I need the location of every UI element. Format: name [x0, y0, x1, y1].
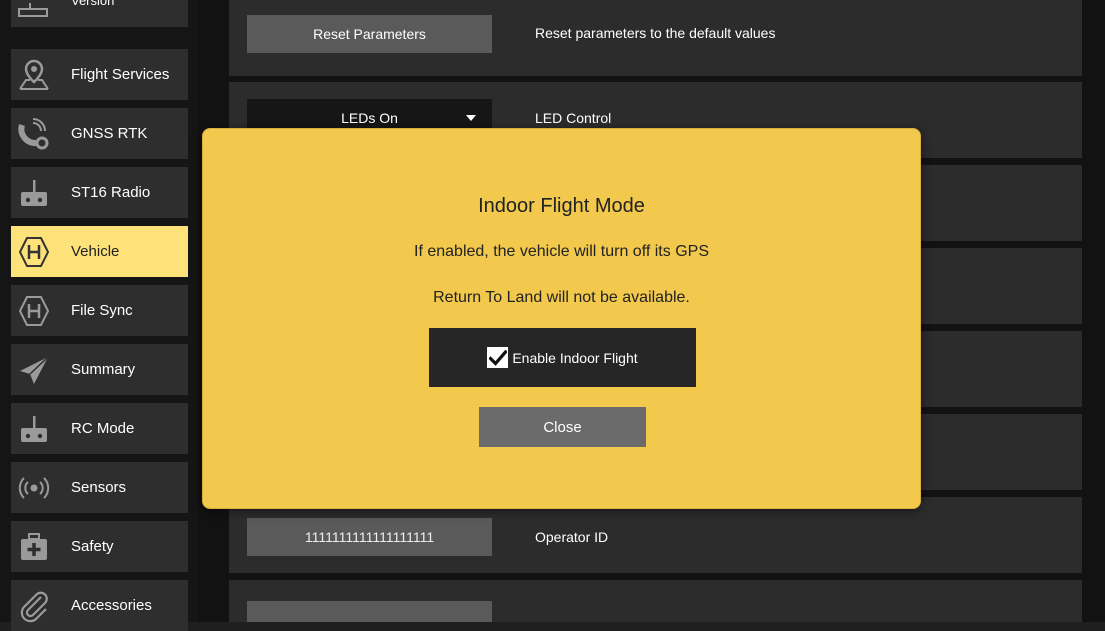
dialog-message-rtl: Return To Land will not be available.: [433, 289, 690, 306]
dialog-message-gps: If enabled, the vehicle will turn off it…: [414, 243, 709, 260]
close-button[interactable]: Close: [479, 407, 646, 447]
broadcast-icon: [11, 462, 57, 513]
enable-indoor-flight-toggle[interactable]: Enable Indoor Flight: [429, 328, 696, 387]
sidebar-item-label: GNSS RTK: [71, 125, 148, 142]
sidebar-item-safety[interactable]: Safety: [11, 521, 188, 572]
sidebar-item-label: RC Mode: [71, 420, 135, 437]
paperclip-icon: [11, 580, 57, 631]
next-row-control[interactable]: [247, 601, 492, 622]
sidebar: Version Flight Services GNSS RTK ST16 Ra…: [0, 0, 198, 631]
led-control-value: LEDs On: [341, 110, 398, 126]
sidebar-item-gnss-rtk[interactable]: GNSS RTK: [11, 108, 188, 159]
sidebar-item-rc-mode[interactable]: RC Mode: [11, 403, 188, 454]
operator-id-label: Operator ID: [535, 529, 609, 545]
chevron-down-icon: [466, 115, 476, 121]
indoor-flight-dialog: Indoor Flight Mode If enabled, the vehic…: [202, 128, 921, 509]
settings-row-reset: Reset Parameters Reset parameters to the…: [229, 0, 1082, 76]
enable-indoor-flight-label: Enable Indoor Flight: [512, 349, 638, 366]
paper-plane-icon: [11, 344, 57, 395]
check-icon: [488, 349, 507, 366]
reset-parameters-button[interactable]: Reset Parameters: [247, 15, 492, 53]
sidebar-item-label: File Sync: [71, 302, 133, 319]
sidebar-item-label: Safety: [71, 538, 114, 555]
sidebar-item-vehicle[interactable]: Vehicle: [11, 226, 188, 277]
sidebar-item-label: ST16 Radio: [71, 184, 151, 201]
radio-icon: [11, 167, 57, 218]
hexagon-h-icon: [11, 226, 57, 277]
operator-id-field[interactable]: 1111111111111111111: [247, 518, 492, 556]
sidebar-item-file-sync[interactable]: File Sync: [11, 285, 188, 336]
map-pin-icon: [11, 49, 57, 100]
sidebar-item-flight-services[interactable]: Flight Services: [11, 49, 188, 100]
app-window: Version Flight Services GNSS RTK ST16 Ra…: [0, 0, 1105, 631]
sidebar-item-sensors[interactable]: Sensors: [11, 462, 188, 513]
reset-parameters-description: Reset parameters to the default values: [535, 25, 776, 41]
sidebar-item-st16-radio[interactable]: ST16 Radio: [11, 167, 188, 218]
first-aid-icon: [11, 521, 57, 572]
dialog-title: Indoor Flight Mode: [478, 195, 645, 217]
version-icon: [11, 0, 57, 34]
sidebar-item-label: Summary: [71, 361, 136, 378]
enable-indoor-flight-checkbox[interactable]: [487, 347, 509, 368]
sidebar-item-label: Flight Services: [71, 66, 170, 83]
led-control-description: LED Control: [535, 110, 612, 126]
settings-row-8: [229, 580, 1082, 622]
satellite-gear-icon: [11, 108, 57, 159]
sidebar-item-label: Vehicle: [71, 243, 120, 260]
hexagon-h-icon: [11, 285, 57, 336]
sidebar-item-label: Accessories: [71, 597, 152, 614]
radio-icon: [11, 403, 57, 454]
sidebar-item-summary[interactable]: Summary: [11, 344, 188, 395]
sidebar-item-version[interactable]: Version: [11, 0, 188, 27]
sidebar-item-label: Sensors: [71, 479, 127, 496]
sidebar-item-accessories[interactable]: Accessories: [11, 580, 188, 631]
sidebar-item-label: Version: [71, 0, 115, 8]
